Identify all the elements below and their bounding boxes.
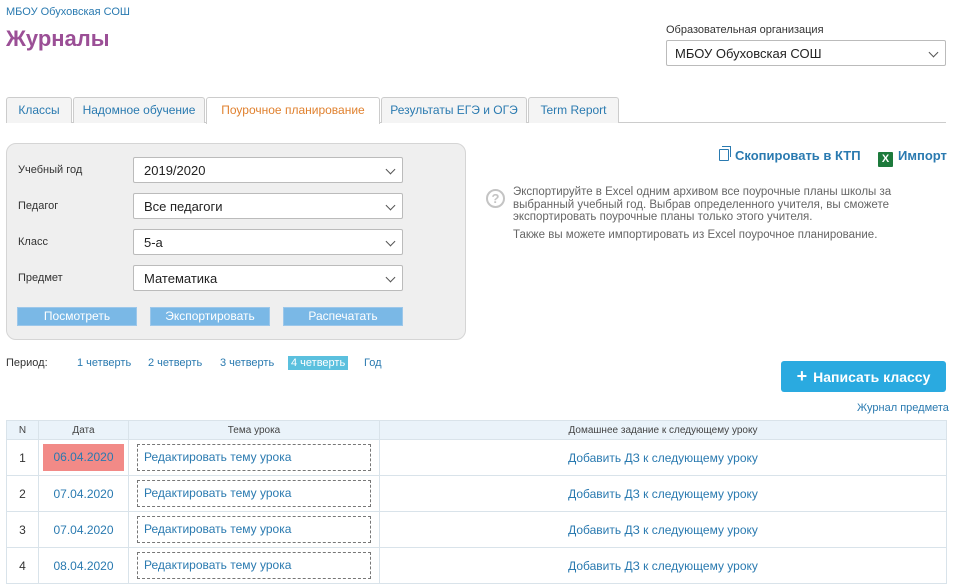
- tab-home-schooling[interactable]: Надомное обучение: [73, 97, 205, 123]
- print-button[interactable]: Распечатать: [283, 307, 403, 326]
- edit-topic-field[interactable]: Редактировать тему урока: [137, 516, 371, 543]
- help-icon: ?: [486, 189, 505, 208]
- plus-icon: +: [796, 366, 808, 386]
- lesson-date[interactable]: 08.04.2020: [38, 547, 129, 584]
- view-button[interactable]: Посмотреть: [17, 307, 137, 326]
- copy-icon: [719, 146, 731, 161]
- table-header-row: N Дата Тема урока Домашнее задание к сле…: [6, 420, 947, 440]
- period-quarter-3[interactable]: 3 четверть: [220, 357, 274, 369]
- export-help-text: Экспортируйте в Excel одним архивом все …: [513, 186, 892, 223]
- class-select-value: 5-а: [144, 235, 163, 250]
- page-title: Журналы: [6, 26, 110, 51]
- year-select[interactable]: 2019/2020: [133, 157, 403, 183]
- edit-topic-field[interactable]: Редактировать тему урока: [137, 480, 371, 507]
- chevron-down-icon: [385, 236, 396, 247]
- copy-to-ktp-link[interactable]: Скопировать в КТП: [719, 146, 861, 163]
- column-header: Дата: [38, 420, 129, 440]
- lesson-date-value: 06.04.2020: [43, 444, 124, 471]
- org-label: Образовательная организация: [666, 24, 824, 36]
- lesson-date[interactable]: 07.04.2020: [38, 511, 129, 548]
- teacher-select-value: Все педагоги: [144, 199, 223, 214]
- lesson-topic-cell: Редактировать тему урока: [128, 439, 380, 476]
- school-link[interactable]: МБОУ Обуховская СОШ: [6, 6, 130, 18]
- period-quarter-2[interactable]: 2 четверть: [148, 357, 202, 369]
- import-help-text: Также вы можете импортировать из Excel п…: [513, 229, 878, 241]
- table-row: 2 07.04.2020 Редактировать тему урока До…: [6, 475, 947, 512]
- period-quarter-4[interactable]: 4 четверть: [288, 356, 349, 370]
- subject-select[interactable]: Математика: [133, 265, 403, 291]
- lessons-table: N Дата Тема урока Домашнее задание к сле…: [6, 420, 947, 584]
- column-header: Тема урока: [128, 420, 380, 440]
- teacher-select[interactable]: Все педагоги: [133, 193, 403, 219]
- export-button[interactable]: Экспортировать: [150, 307, 270, 326]
- tab-classes[interactable]: Классы: [6, 97, 72, 123]
- org-select[interactable]: МБОУ Обуховская СОШ: [666, 40, 946, 66]
- tab-bar: Классы Надомное обучение Поурочное плани…: [6, 97, 946, 124]
- row-number: 3: [6, 511, 39, 548]
- lesson-topic-cell: Редактировать тему урока: [128, 511, 380, 548]
- tab-lesson-planning[interactable]: Поурочное планирование: [206, 97, 380, 124]
- subject-label: Предмет: [18, 272, 63, 284]
- column-header: N: [6, 420, 39, 440]
- tab-term-report[interactable]: Term Report: [528, 97, 619, 123]
- copy-to-ktp-label: Скопировать в КТП: [735, 148, 861, 163]
- add-homework-link[interactable]: Добавить ДЗ к следующему уроку: [379, 511, 947, 548]
- year-label: Учебный год: [18, 164, 83, 176]
- lesson-date[interactable]: 06.04.2020: [38, 439, 129, 476]
- table-row: 4 08.04.2020 Редактировать тему урока До…: [6, 547, 947, 584]
- lesson-topic-cell: Редактировать тему урока: [128, 547, 380, 584]
- period-quarter-1[interactable]: 1 четверть: [77, 357, 131, 369]
- add-homework-link[interactable]: Добавить ДЗ к следующему уроку: [379, 475, 947, 512]
- edit-topic-field[interactable]: Редактировать тему урока: [137, 444, 371, 471]
- row-number: 1: [6, 439, 39, 476]
- excel-icon: X: [878, 152, 893, 167]
- teacher-label: Педагог: [18, 200, 59, 212]
- chevron-down-icon: [385, 272, 396, 283]
- chevron-down-icon: [385, 164, 396, 175]
- import-label: Импорт: [898, 148, 947, 163]
- edit-topic-field[interactable]: Редактировать тему урока: [137, 552, 371, 579]
- write-to-class-label: Написать классу: [813, 369, 931, 385]
- class-label: Класс: [18, 236, 48, 248]
- filter-panel: Учебный год 2019/2020 Педагог Все педаго…: [6, 143, 466, 340]
- chevron-down-icon: [385, 200, 396, 211]
- add-homework-link[interactable]: Добавить ДЗ к следующему уроку: [379, 439, 947, 476]
- lesson-date[interactable]: 07.04.2020: [38, 475, 129, 512]
- period-year[interactable]: Год: [364, 357, 382, 369]
- row-number: 4: [6, 547, 39, 584]
- subject-select-value: Математика: [144, 271, 218, 286]
- add-homework-link[interactable]: Добавить ДЗ к следующему уроку: [379, 547, 947, 584]
- table-row: 1 06.04.2020 Редактировать тему урока До…: [6, 439, 947, 476]
- write-to-class-button[interactable]: + Написать классу: [781, 361, 946, 392]
- column-header: Домашнее задание к следующему уроку: [379, 420, 947, 440]
- tab-exam-results[interactable]: Результаты ЕГЭ и ОГЭ: [381, 97, 527, 123]
- subject-journal-link[interactable]: Журнал предмета: [857, 402, 949, 414]
- year-select-value: 2019/2020: [144, 163, 206, 178]
- chevron-down-icon: [928, 47, 939, 58]
- row-number: 2: [6, 475, 39, 512]
- class-select[interactable]: 5-а: [133, 229, 403, 255]
- period-label: Период:: [6, 357, 48, 369]
- table-row: 3 07.04.2020 Редактировать тему урока До…: [6, 511, 947, 548]
- lesson-topic-cell: Редактировать тему урока: [128, 475, 380, 512]
- org-select-value: МБОУ Обуховская СОШ: [675, 46, 822, 61]
- import-link[interactable]: X Импорт: [878, 148, 947, 167]
